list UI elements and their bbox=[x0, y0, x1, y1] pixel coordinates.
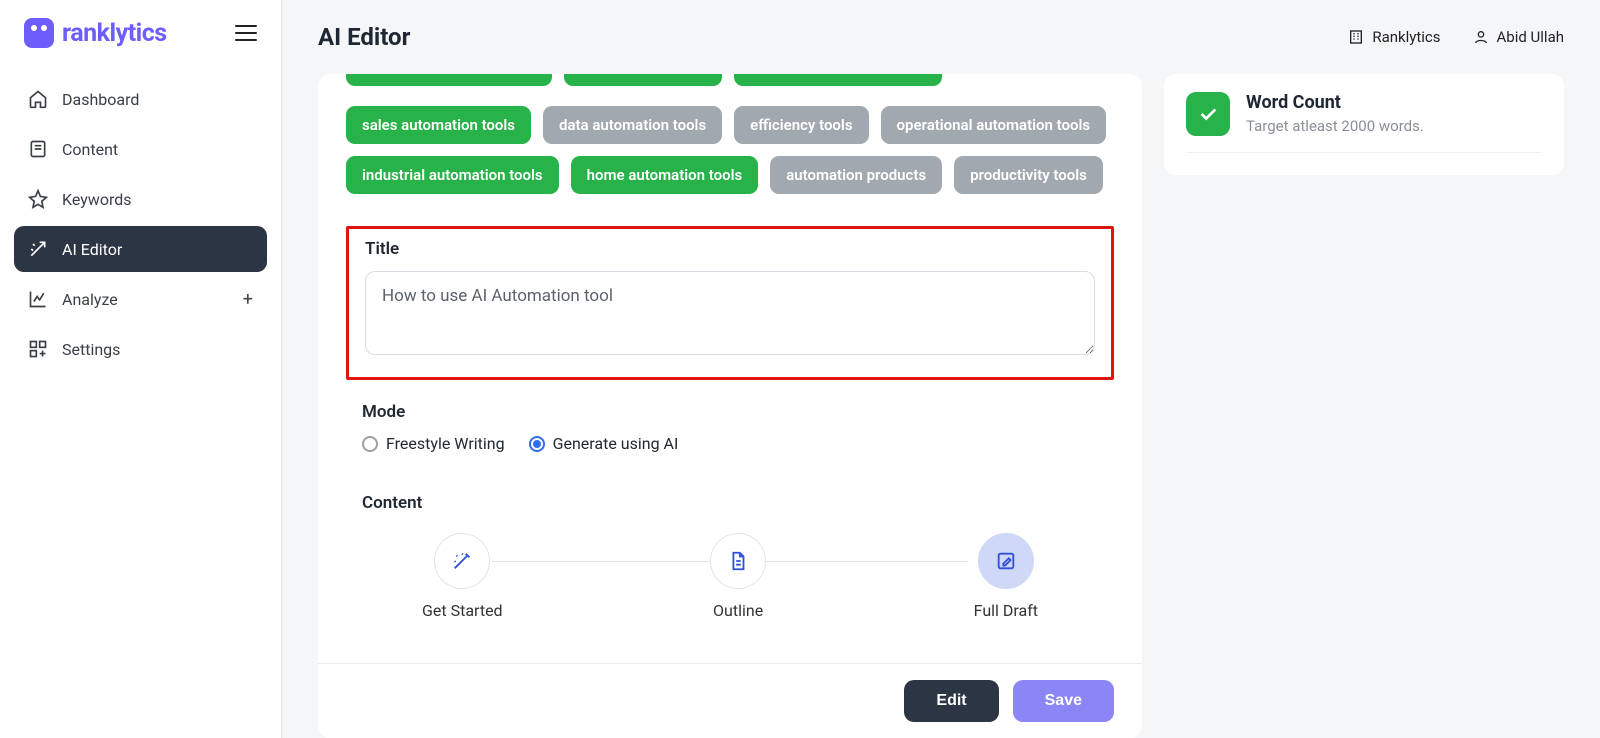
radio-dot-icon bbox=[362, 436, 378, 452]
step-label: Get Started bbox=[422, 601, 503, 620]
sidebar-nav: Dashboard Content Keywords AI Editor bbox=[0, 76, 281, 372]
user-name: Abid Ullah bbox=[1497, 28, 1564, 46]
sidebar-item-analyze[interactable]: Analyze + bbox=[14, 276, 267, 322]
grid-icon bbox=[28, 339, 48, 359]
save-button[interactable]: Save bbox=[1013, 680, 1114, 722]
radio-label: Generate using AI bbox=[553, 434, 679, 453]
tag[interactable]: efficiency tools bbox=[734, 106, 868, 144]
tag[interactable]: operational automation tools bbox=[881, 106, 1107, 144]
plus-icon[interactable]: + bbox=[243, 289, 253, 310]
building-icon bbox=[1348, 29, 1364, 45]
chart-icon bbox=[28, 289, 48, 309]
step-get-started[interactable]: Get Started bbox=[422, 533, 503, 620]
editor-panel: sales automation tools data automation t… bbox=[318, 74, 1142, 738]
tag[interactable]: productivity tools bbox=[954, 156, 1103, 194]
title-input[interactable] bbox=[365, 271, 1095, 355]
sidebar-item-content[interactable]: Content bbox=[14, 126, 267, 172]
org-name: Ranklytics bbox=[1372, 28, 1440, 46]
step-label: Outline bbox=[713, 601, 763, 620]
page-title: AI Editor bbox=[318, 23, 410, 51]
user-menu[interactable]: Abid Ullah bbox=[1473, 28, 1564, 46]
main: AI Editor Ranklytics Abid Ullah bbox=[282, 0, 1600, 738]
keyword-tags: sales automation tools data automation t… bbox=[318, 96, 1142, 212]
sidebar-item-settings[interactable]: Settings bbox=[14, 326, 267, 372]
tag[interactable]: sales automation tools bbox=[346, 106, 531, 144]
title-label: Title bbox=[365, 239, 1095, 259]
edit-icon bbox=[995, 550, 1017, 572]
user-icon bbox=[1473, 29, 1489, 45]
sidebar-toggle-icon[interactable] bbox=[235, 25, 257, 41]
radio-freestyle[interactable]: Freestyle Writing bbox=[362, 434, 505, 453]
title-section-highlight: Title bbox=[346, 226, 1114, 380]
edit-button[interactable]: Edit bbox=[904, 680, 998, 722]
brand-logo-icon bbox=[24, 18, 54, 48]
sidebar-item-label: Dashboard bbox=[62, 90, 139, 109]
radio-dot-icon bbox=[529, 436, 545, 452]
sidebar-item-ai-editor[interactable]: AI Editor bbox=[14, 226, 267, 272]
sidebar-item-label: Settings bbox=[62, 340, 120, 359]
sidebar-item-label: Analyze bbox=[62, 290, 118, 309]
sidebar-item-label: Keywords bbox=[62, 190, 132, 209]
wand-icon bbox=[451, 550, 473, 572]
step-full-draft[interactable]: Full Draft bbox=[974, 533, 1038, 620]
topbar: AI Editor Ranklytics Abid Ullah bbox=[282, 0, 1600, 74]
word-count-card: Word Count Target atleast 2000 words. bbox=[1164, 74, 1564, 175]
sidebar-item-keywords[interactable]: Keywords bbox=[14, 176, 267, 222]
radio-label: Freestyle Writing bbox=[386, 434, 505, 453]
tag[interactable]: home automation tools bbox=[571, 156, 759, 194]
tag[interactable]: automation products bbox=[770, 156, 942, 194]
step-outline[interactable]: Outline bbox=[710, 533, 766, 620]
mode-label: Mode bbox=[362, 402, 1098, 422]
sidebar-item-label: AI Editor bbox=[62, 240, 122, 259]
word-count-subtitle: Target atleast 2000 words. bbox=[1246, 117, 1424, 135]
side-column: Word Count Target atleast 2000 words. bbox=[1164, 74, 1564, 738]
brand-name: ranklytics bbox=[62, 19, 167, 48]
file-icon bbox=[727, 550, 749, 572]
tag-row-cutoff bbox=[318, 74, 1142, 86]
wand-icon bbox=[28, 239, 48, 259]
mode-section: Mode Freestyle Writing Generate using AI bbox=[318, 380, 1142, 453]
org-switcher[interactable]: Ranklytics bbox=[1348, 28, 1440, 46]
brand[interactable]: ranklytics bbox=[24, 18, 167, 48]
content-label: Content bbox=[362, 493, 1098, 513]
check-icon bbox=[1186, 92, 1230, 136]
star-icon bbox=[28, 189, 48, 209]
home-icon bbox=[28, 89, 48, 109]
editor-footer: Edit Save bbox=[318, 663, 1142, 738]
document-icon bbox=[28, 139, 48, 159]
sidebar-item-dashboard[interactable]: Dashboard bbox=[14, 76, 267, 122]
word-count-title: Word Count bbox=[1246, 92, 1424, 113]
step-label: Full Draft bbox=[974, 601, 1038, 620]
content-section: Content Get Started Outline bbox=[318, 453, 1142, 620]
sidebar-item-label: Content bbox=[62, 140, 118, 159]
radio-generate-ai[interactable]: Generate using AI bbox=[529, 434, 679, 453]
content-steps: Get Started Outline Full D bbox=[362, 525, 1098, 620]
tag[interactable]: industrial automation tools bbox=[346, 156, 559, 194]
sidebar: ranklytics Dashboard Content bbox=[0, 0, 282, 738]
tag[interactable]: data automation tools bbox=[543, 106, 722, 144]
